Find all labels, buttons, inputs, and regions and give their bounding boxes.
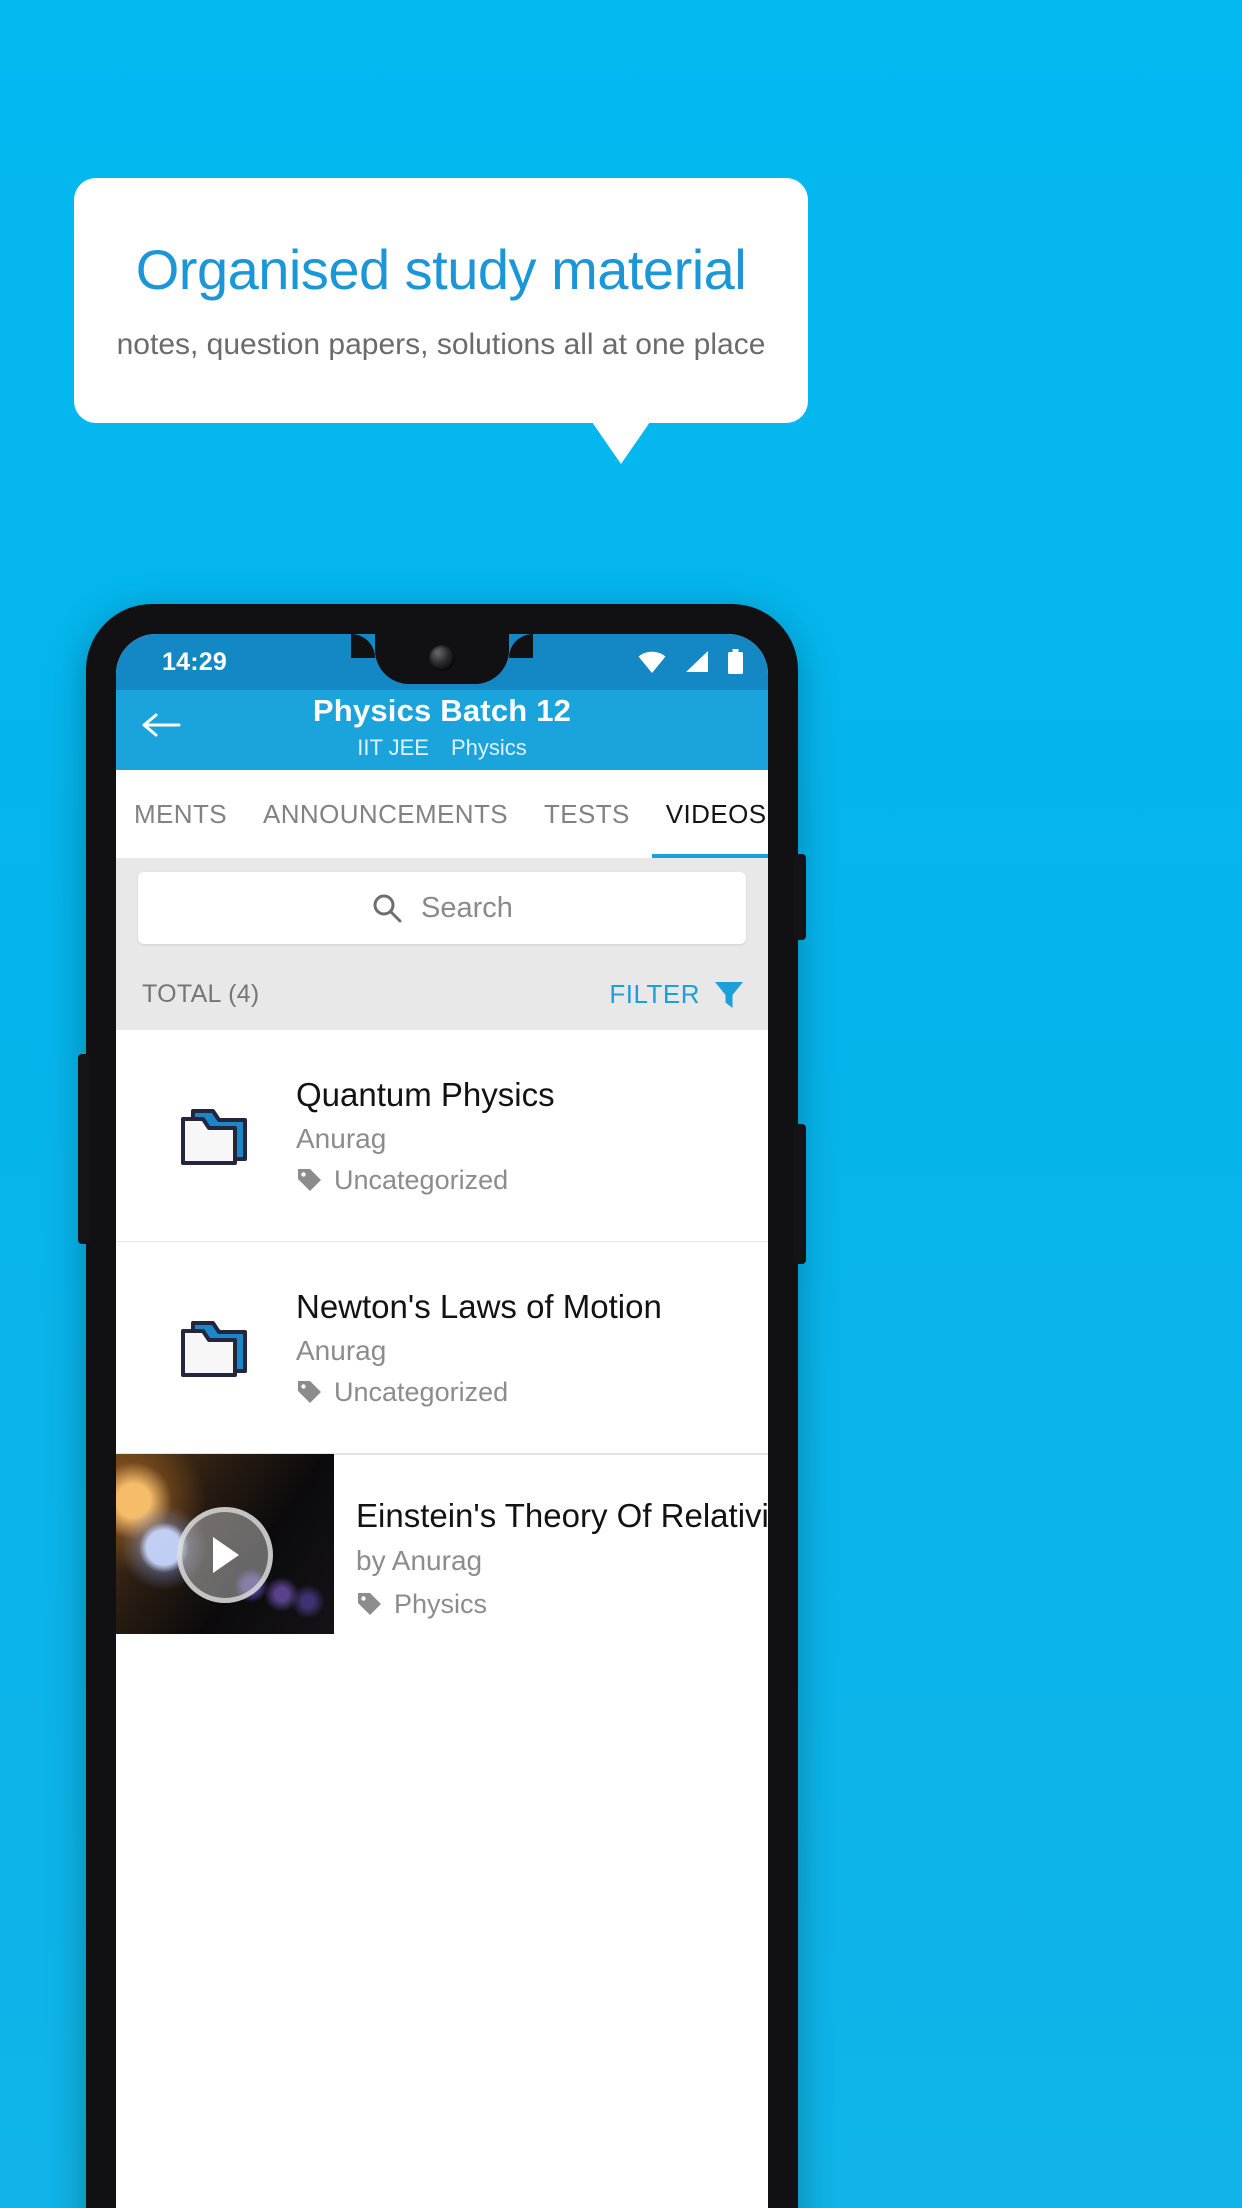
list-item-author: Anurag	[296, 1122, 387, 1154]
play-triangle-icon	[213, 1536, 239, 1573]
list-item-title: Newton's Laws of Motion	[296, 1288, 662, 1326]
list-item-tag: Uncategorized	[296, 1377, 760, 1408]
list-item[interactable]: Quantum Physics Anurag Uncategorized	[116, 1030, 768, 1242]
app-bar-subtitle: IIT JEE Physics	[357, 735, 527, 761]
status-bar: 14:29	[116, 634, 768, 690]
subtitle-subject: Physics	[450, 735, 527, 761]
phone-notch	[351, 634, 533, 684]
list-item-author: by Anurag	[356, 1545, 483, 1576]
list-item-text: Newton's Laws of Motion Anurag Uncategor…	[296, 1287, 768, 1408]
tag-icon	[298, 1168, 321, 1191]
list-item[interactable]: Einstein's Theory Of Relativity by Anura…	[116, 1454, 768, 1634]
filter-button[interactable]: FILTER	[609, 977, 750, 1011]
battery-icon	[728, 649, 743, 674]
status-bar-time: 14:29	[162, 647, 227, 676]
back-button[interactable]	[134, 698, 188, 752]
filter-funnel-icon	[715, 982, 743, 1008]
app-bar: Physics Batch 12 IIT JEE Physics	[116, 690, 768, 770]
search-icon	[373, 894, 402, 923]
tab-label: VIDEOS	[665, 798, 767, 829]
page-title: Physics Batch 12	[312, 693, 572, 728]
list-item-text: Einstein's Theory Of Relativity by Anura…	[334, 1454, 768, 1634]
tag-icon	[358, 1593, 381, 1615]
phone-side-button[interactable]	[78, 1054, 90, 1244]
list-item-text: Quantum Physics Anurag Uncategorized	[296, 1075, 768, 1196]
tag-icon	[298, 1380, 321, 1403]
back-arrow-icon	[142, 713, 181, 737]
tab-bar: MENTS ANNOUNCEMENTS TESTS VIDEOS	[116, 770, 768, 858]
phone-power-button[interactable]	[794, 854, 806, 940]
phone-screen: 14:29 Physics Batch 12 IIT JEE Physics M…	[116, 634, 768, 2208]
promo-title: Organised study material	[135, 237, 747, 301]
tab-assignments[interactable]: MENTS	[116, 770, 245, 858]
search-section: Search	[116, 858, 768, 958]
phone-volume-button[interactable]	[794, 1124, 806, 1264]
promo-speech-bubble: Organised study material notes, question…	[74, 178, 808, 423]
filter-label: FILTER	[609, 978, 700, 1009]
tab-label: MENTS	[134, 798, 227, 829]
list-item-icon	[136, 1313, 296, 1383]
search-input[interactable]: Search	[138, 872, 746, 944]
list-item-title: Quantum Physics	[296, 1076, 555, 1114]
tab-tests[interactable]: TESTS	[526, 770, 648, 858]
list-item-icon	[136, 1101, 296, 1171]
list-item-tag-label: Uncategorized	[334, 1376, 509, 1407]
front-camera-icon	[429, 645, 455, 671]
tab-announcements[interactable]: ANNOUNCEMENTS	[245, 770, 526, 858]
notch-left-ear	[351, 634, 375, 658]
play-button-icon[interactable]	[177, 1506, 273, 1603]
folder-icon	[181, 1108, 247, 1165]
list-item-tag: Uncategorized	[296, 1165, 760, 1196]
status-bar-icons	[637, 649, 744, 675]
tab-label: ANNOUNCEMENTS	[263, 798, 508, 829]
subtitle-course: IIT JEE	[357, 735, 429, 761]
list-item-author: Anurag	[296, 1334, 387, 1366]
list-meta-bar: TOTAL (4) FILTER	[116, 958, 768, 1030]
app-bar-title-group: Physics Batch 12 IIT JEE Physics	[116, 693, 768, 761]
list-item-title: Einstein's Theory Of Relativity	[356, 1497, 768, 1534]
list-item[interactable]: Newton's Laws of Motion Anurag Uncategor…	[116, 1242, 768, 1454]
wifi-icon	[638, 651, 666, 673]
notch-right-ear	[509, 634, 533, 658]
tab-videos[interactable]: VIDEOS	[648, 770, 768, 858]
folder-icon	[181, 1320, 247, 1377]
list-item-tag-label: Uncategorized	[334, 1164, 509, 1195]
content-list: Quantum Physics Anurag Uncategorized New…	[116, 1030, 768, 1634]
phone-device-frame: 14:29 Physics Batch 12 IIT JEE Physics M…	[78, 604, 806, 2208]
speech-bubble-tail	[592, 422, 650, 464]
video-thumbnail[interactable]	[116, 1454, 334, 1634]
list-item-tag: Physics	[356, 1589, 768, 1620]
tab-label: TESTS	[544, 798, 630, 829]
total-count-label: TOTAL (4)	[142, 979, 260, 1008]
cellular-signal-icon	[686, 651, 708, 672]
promo-subtitle: notes, question papers, solutions all at…	[116, 328, 766, 362]
list-item-tag-label: Physics	[394, 1589, 488, 1619]
search-placeholder: Search	[421, 891, 513, 924]
